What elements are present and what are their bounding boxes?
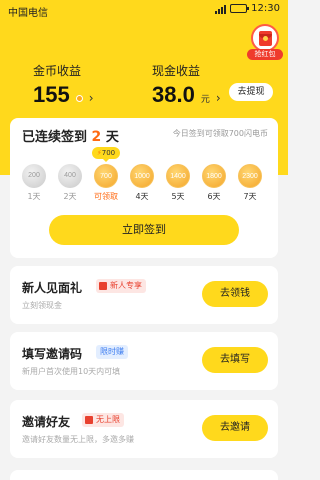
coin-icon: 1400 <box>166 164 190 188</box>
chevron-right-icon: › <box>88 91 94 105</box>
signin-day-today[interactable]: 700 可领取 <box>92 164 120 202</box>
task-title: 邀请好友 <box>22 415 71 429</box>
today-reward-bubble: ⚡700 <box>92 147 120 162</box>
cash-unit: 元 <box>200 95 210 105</box>
signin-day: 1800 6天 <box>200 164 228 202</box>
coin-icon: 700 <box>94 164 118 188</box>
task-tag: 限时赚 <box>96 345 128 359</box>
fill-invite-code-button[interactable]: 去填写 <box>202 347 268 373</box>
task-card-invite-friends: 邀请好友 无上限 邀请好友数量无上限，多邀多赚 去邀请 <box>10 400 278 458</box>
task-card-newcomer-gift: 新人见面礼 新人专享 立刻领现金 去领钱 <box>10 266 278 324</box>
task-subtitle: 新用户首次使用10天内可填 <box>22 367 121 376</box>
cash-income[interactable]: 现金收益 38.0 元 › <box>152 62 221 107</box>
task-title: 新人见面礼 <box>22 281 83 295</box>
task-tag: 无上限 <box>82 413 124 427</box>
coin-icon: 1800 <box>202 164 226 188</box>
task-tag: 新人专享 <box>96 279 146 293</box>
coin-icon: 200 <box>22 164 46 188</box>
invite-friends-button[interactable]: 去邀请 <box>202 415 268 441</box>
signal-icon <box>215 4 227 14</box>
signin-day: 2300 7天 <box>236 164 264 202</box>
coin-icon: 2300 <box>238 164 262 188</box>
signin-card: 已连续签到 2 天 今日签到可领取700闪电币 ⚡700 200 1天 400 … <box>10 118 278 258</box>
signin-day: 400 2天 <box>56 164 84 202</box>
red-packet-entry[interactable]: 抢红包 <box>247 24 283 60</box>
signin-hint: 今日签到可领取700闪电币 <box>172 129 268 138</box>
status-bar: 中国电信 12:30 <box>0 0 288 20</box>
gift-icon <box>99 282 107 290</box>
battery-icon <box>230 4 250 13</box>
signin-days-count: 2 <box>91 129 102 145</box>
coin-icon <box>75 95 83 102</box>
task-title: 填写邀请码 <box>22 347 83 361</box>
task-card-invite-code: 填写邀请码 限时赚 新用户首次使用10天内可填 去填写 <box>10 332 278 390</box>
red-envelope-icon <box>251 24 279 52</box>
coin-income-label: 金币收益 <box>33 64 82 78</box>
gift-icon <box>85 416 93 424</box>
cash-income-label: 现金收益 <box>152 64 201 78</box>
signin-day: 1000 4天 <box>128 164 156 202</box>
coin-income[interactable]: 金币收益 155 › <box>33 62 94 107</box>
cash-income-value: 38.0 <box>152 82 195 107</box>
next-task-card <box>10 470 278 480</box>
signin-day: 200 1天 <box>20 164 48 202</box>
signin-day: 1400 5天 <box>164 164 192 202</box>
chevron-right-icon: › <box>215 91 221 105</box>
claim-cash-button[interactable]: 去领钱 <box>202 281 268 307</box>
signin-title: 已连续签到 2 天 <box>22 129 119 145</box>
withdraw-button[interactable]: 去提现 <box>229 83 273 101</box>
task-subtitle: 立刻领现金 <box>22 301 62 310</box>
task-subtitle: 邀请好友数量无上限，多邀多赚 <box>22 435 134 444</box>
carrier-name: 中国电信 <box>8 8 48 19</box>
signin-button[interactable]: 立即签到 <box>49 215 239 245</box>
status-time: 12:30 <box>251 3 280 14</box>
coin-income-value: 155 <box>33 82 70 107</box>
coin-icon: 1000 <box>130 164 154 188</box>
red-packet-label: 抢红包 <box>247 49 283 60</box>
coin-icon: 400 <box>58 164 82 188</box>
